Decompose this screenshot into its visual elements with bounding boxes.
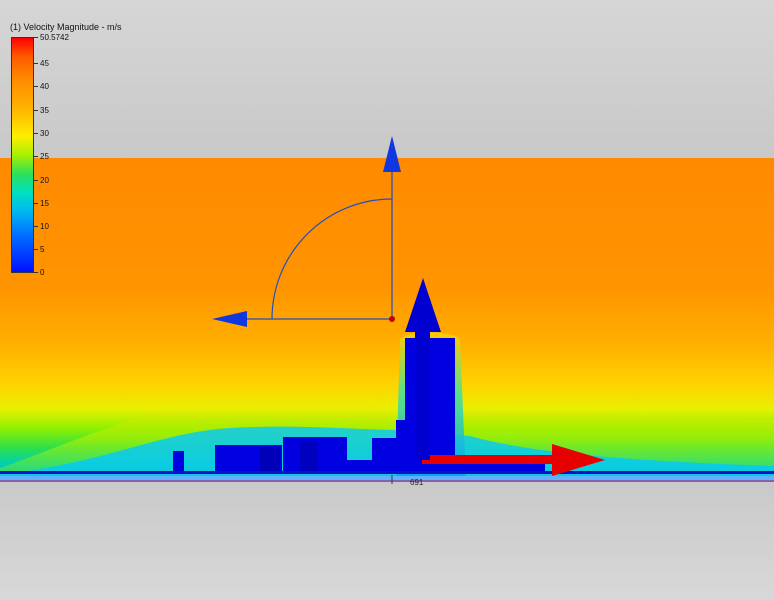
legend-tick-max: 50.5742 [40,33,69,42]
legend-tick: 40 [40,82,49,91]
velocity-legend: (1) Velocity Magnitude - m/s 50.5742 45 … [0,0,160,290]
ground-surface [0,476,774,480]
building [173,451,184,473]
legend-tick: 5 [40,245,45,254]
legend-tick: 15 [40,199,49,208]
legend-tick-min: 0 [40,268,45,277]
legend-tick: 25 [40,152,49,161]
building [260,447,280,473]
legend-tick: 20 [40,176,49,185]
building [300,442,318,473]
ground-strip [0,471,774,474]
legend-title: (1) Velocity Magnitude - m/s [10,22,122,32]
legend-tick: 10 [40,222,49,231]
legend-tick: 45 [40,59,49,68]
legend-tick: 35 [40,106,49,115]
node-label: 691 [410,478,424,487]
legend-color-bar [11,37,34,273]
legend-tick: 30 [40,129,49,138]
